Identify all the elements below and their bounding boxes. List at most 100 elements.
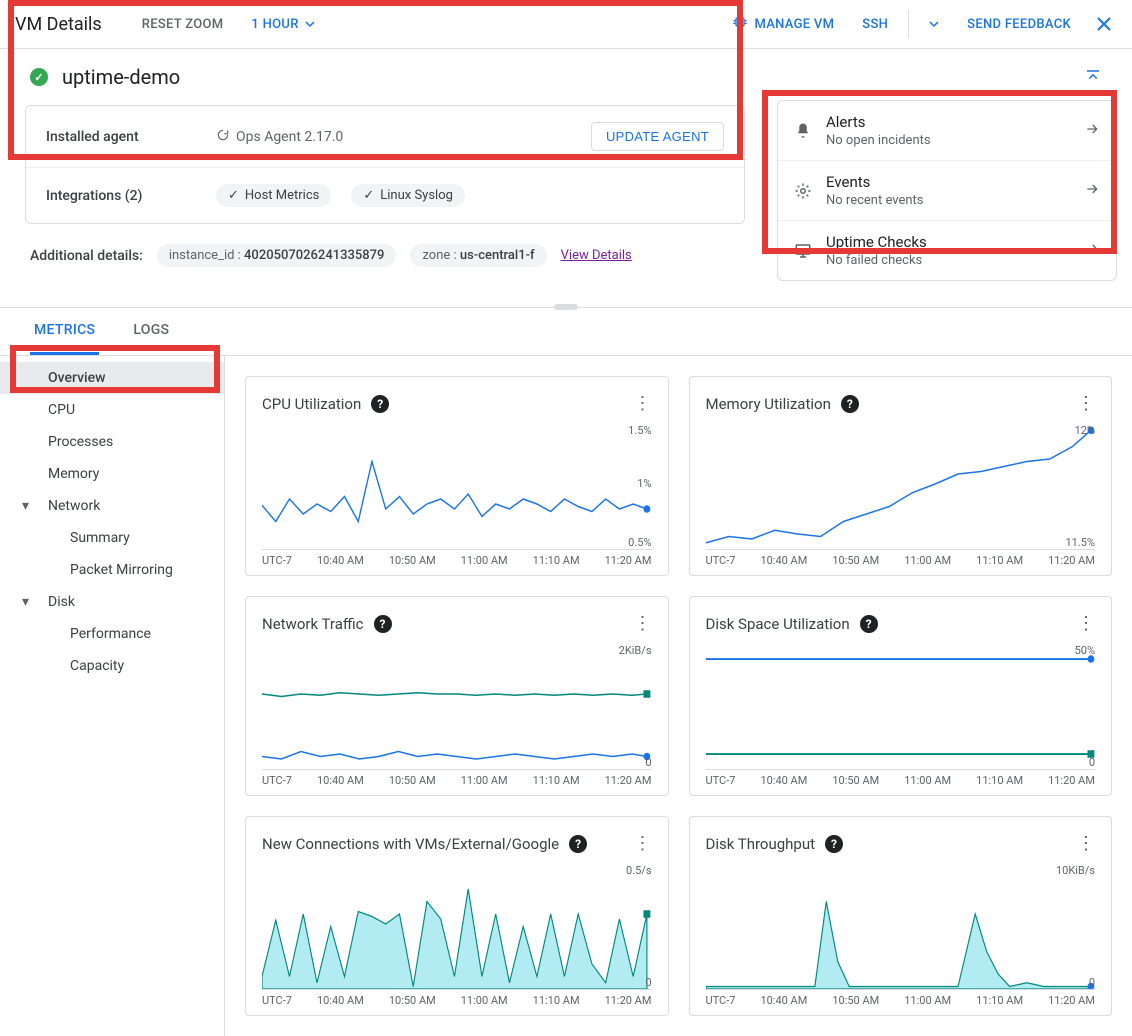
help-icon[interactable]: ? — [569, 835, 587, 853]
update-agent-button[interactable]: UPDATE AGENT — [591, 122, 724, 151]
integrations-row: Integrations (2) ✓ Host Metrics ✓ Linux … — [26, 167, 744, 223]
check-icon: ✓ — [228, 188, 239, 203]
events-item[interactable]: Events No recent events — [778, 161, 1116, 221]
uptime-title: Uptime Checks — [826, 233, 1070, 251]
chart-new-connections: New Connections with VMs/External/Google… — [245, 816, 669, 1016]
vm-name: uptime-demo — [62, 65, 180, 89]
alerts-subtitle: No open incidents — [826, 133, 1070, 148]
chart-menu-button[interactable]: ⋮ — [1077, 833, 1095, 854]
check-icon: ✓ — [363, 188, 374, 203]
chart-title: Network Traffic — [262, 615, 364, 633]
chart-disk-throughput: Disk Throughput ? ⋮ 10KiB/s 0 UTC-710:40… — [689, 816, 1113, 1016]
send-feedback-button[interactable]: SEND FEEDBACK — [959, 13, 1079, 36]
sidenav-cpu[interactable]: CPU — [0, 394, 224, 426]
manage-vm-button[interactable]: MANAGE VM — [724, 10, 842, 38]
chart-menu-button[interactable]: ⋮ — [634, 393, 652, 414]
chart-plot[interactable]: 1.5% 1% 0.5% — [262, 424, 652, 549]
chevron-collapse-icon — [1084, 68, 1102, 86]
y-axis-max: 10KiB/s — [1056, 864, 1095, 877]
y-axis-min: 0.5% — [628, 536, 651, 549]
arrow-right-icon — [1084, 181, 1100, 201]
chart-disk-space-utilization: Disk Space Utilization ? ⋮ 50% 0 UTC-710… — [689, 596, 1113, 796]
chart-title: Disk Space Utilization — [706, 615, 850, 633]
reset-zoom-button[interactable]: RESET ZOOM — [134, 13, 232, 36]
chart-menu-button[interactable]: ⋮ — [1077, 393, 1095, 414]
help-icon[interactable]: ? — [841, 395, 859, 413]
alerts-item[interactable]: Alerts No open incidents — [778, 101, 1116, 161]
refresh-icon — [216, 128, 230, 146]
help-icon[interactable]: ? — [371, 395, 389, 413]
chart-plot[interactable]: 0.5/s 0 — [262, 864, 652, 989]
y-axis-min: 0 — [1089, 976, 1095, 989]
sidenav-disk-capacity[interactable]: Capacity — [0, 650, 224, 682]
instance-id-pill: instance_id : 4020507026241335879 — [157, 244, 397, 267]
sidenav-disk-performance[interactable]: Performance — [0, 618, 224, 650]
chart-menu-button[interactable]: ⋮ — [1077, 613, 1095, 634]
bell-icon — [794, 122, 812, 140]
x-axis-ticks: UTC-710:40 AM10:50 AM11:00 AM11:10 AM11:… — [706, 989, 1096, 1007]
chart-title: CPU Utilization — [262, 395, 361, 413]
time-range-selector[interactable]: 1 HOUR — [243, 13, 322, 36]
alerts-title: Alerts — [826, 113, 1070, 131]
right-summary-panel: Alerts No open incidents Events No recen… — [777, 100, 1117, 281]
vm-info-panel: Installed agent Ops Agent 2.17.0 UPDATE … — [25, 105, 745, 224]
instance-id-value: 4020507026241335879 — [244, 248, 384, 263]
tabs-row: METRICS LOGS — [0, 308, 1132, 356]
close-icon — [1095, 15, 1113, 33]
monitor-icon — [794, 242, 812, 260]
view-details-link[interactable]: View Details — [561, 248, 632, 263]
close-button[interactable] — [1091, 11, 1117, 37]
instance-id-key: instance_id — [169, 248, 235, 263]
chart-plot[interactable]: 2KiB/s 0 — [262, 644, 652, 769]
sidenav-network[interactable]: ▾ Network — [0, 490, 224, 522]
chevron-down-icon: ▾ — [22, 498, 29, 514]
divider — [908, 10, 909, 38]
integration-chip-host-metrics[interactable]: ✓ Host Metrics — [216, 184, 331, 207]
arrow-right-icon — [1084, 241, 1100, 261]
chart-plot[interactable]: 50% 0 — [706, 644, 1096, 769]
help-icon[interactable]: ? — [825, 835, 843, 853]
ssh-button[interactable]: SSH — [854, 13, 896, 36]
sidenav-memory[interactable]: Memory — [0, 458, 224, 490]
resize-separator[interactable] — [0, 307, 1132, 308]
gear-icon — [794, 182, 812, 200]
integration-chip-linux-syslog[interactable]: ✓ Linux Syslog — [351, 184, 465, 207]
send-feedback-dropdown-toggle[interactable] — [921, 15, 947, 33]
x-axis-ticks: UTC-710:40 AM10:50 AM11:00 AM11:10 AM11:… — [706, 549, 1096, 567]
integration-chip-label: Host Metrics — [245, 188, 319, 203]
chart-title: Memory Utilization — [706, 395, 831, 413]
collapse-toggle[interactable] — [1084, 68, 1102, 86]
chevron-down-icon: ▾ — [22, 594, 29, 610]
x-axis-ticks: UTC-710:40 AM10:50 AM11:00 AM11:10 AM11:… — [262, 769, 652, 787]
chart-network-traffic: Network Traffic ? ⋮ 2KiB/s 0 UTC-710:40 … — [245, 596, 669, 796]
sidenav-network-packet-mirroring[interactable]: Packet Mirroring — [0, 554, 224, 586]
y-axis-min: 0 — [645, 976, 651, 989]
chart-title: New Connections with VMs/External/Google — [262, 835, 559, 853]
tab-logs[interactable]: LOGS — [129, 308, 173, 355]
chart-plot[interactable]: 10KiB/s 0 — [706, 864, 1096, 989]
help-icon[interactable]: ? — [860, 615, 878, 633]
tab-metrics[interactable]: METRICS — [30, 308, 99, 355]
chart-plot[interactable]: 12% 11.5% — [706, 424, 1096, 549]
events-title: Events — [826, 173, 1070, 191]
zone-key: zone — [422, 248, 450, 263]
y-axis-max: 0.5/s — [626, 864, 651, 877]
sidenav-network-summary[interactable]: Summary — [0, 522, 224, 554]
sidenav-disk[interactable]: ▾ Disk — [0, 586, 224, 618]
installed-agent-value: Ops Agent 2.17.0 — [216, 128, 343, 146]
chart-menu-button[interactable]: ⋮ — [634, 833, 652, 854]
metrics-sidenav: Overview CPU Processes Memory ▾ Network … — [0, 356, 225, 1036]
arrow-right-icon — [1084, 121, 1100, 141]
additional-details-label: Additional details: — [30, 248, 143, 264]
help-icon[interactable]: ? — [374, 615, 392, 633]
sidenav-processes[interactable]: Processes — [0, 426, 224, 458]
integration-chip-label: Linux Syslog — [380, 188, 453, 203]
uptime-checks-item[interactable]: Uptime Checks No failed checks — [778, 221, 1116, 280]
sidenav-overview[interactable]: Overview — [0, 362, 224, 394]
zone-pill: zone : us-central1-f — [410, 244, 546, 267]
installed-agent-row: Installed agent Ops Agent 2.17.0 UPDATE … — [26, 106, 744, 167]
chevron-down-icon — [305, 19, 315, 29]
chart-menu-button[interactable]: ⋮ — [634, 613, 652, 634]
y-axis-max: 12% — [1075, 424, 1095, 437]
chevron-down-icon — [929, 19, 939, 29]
